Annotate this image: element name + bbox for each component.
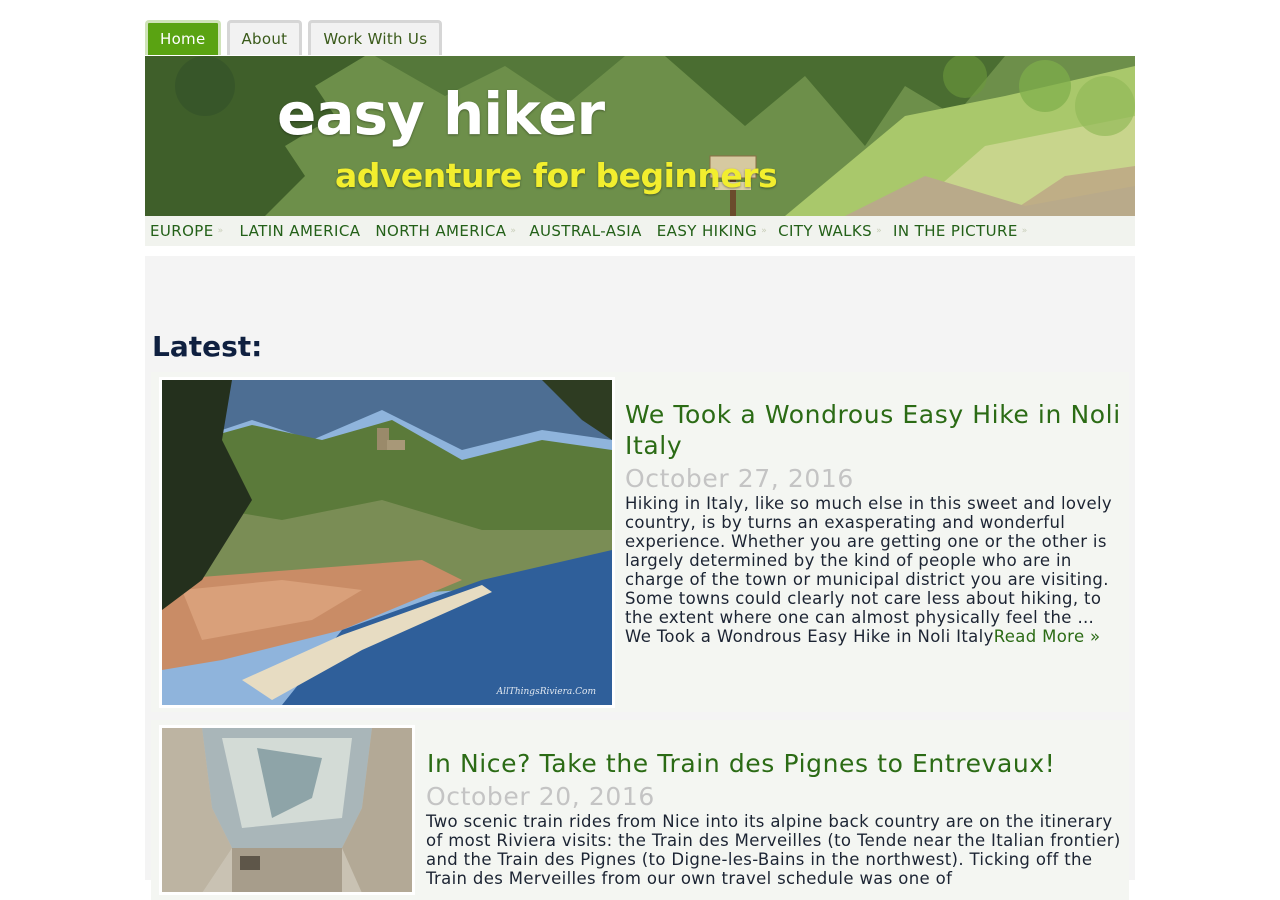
post-card: In Nice? Take the Train des Pignes to En… <box>151 720 1129 900</box>
chevron-down-icon: » <box>217 225 224 236</box>
excerpt-tail: We Took a Wondrous Easy Hike in Noli Ita… <box>625 627 994 646</box>
nav-item-north-america[interactable]: NORTH AMERICA» <box>370 216 521 246</box>
entrevaux-image <box>162 728 412 892</box>
section-heading: Latest: <box>152 330 263 363</box>
excerpt-text: Hiking in Italy, like so much else in th… <box>625 494 1113 627</box>
post-title-link[interactable]: In Nice? Take the Train des Pignes to En… <box>427 748 1127 779</box>
tab-work-with-us[interactable]: Work With Us <box>308 20 443 55</box>
main-nav: EUROPE» LATIN AMERICA NORTH AMERICA» AUS… <box>145 216 1135 246</box>
post-date: October 20, 2016 <box>426 782 655 811</box>
nav-label: IN THE PICTURE <box>893 222 1018 240</box>
site-logo-title: easy hiker <box>277 80 605 148</box>
nav-label: CITY WALKS <box>778 222 873 240</box>
chevron-down-icon: » <box>761 225 768 236</box>
tab-about[interactable]: About <box>226 20 303 55</box>
nav-item-easy-hiking[interactable]: EASY HIKING» <box>652 216 772 246</box>
post-excerpt: Hiking in Italy, like so much else in th… <box>625 494 1125 646</box>
post-thumbnail[interactable]: AllThingsRiviera.Com <box>159 377 615 708</box>
nav-item-austral-asia[interactable]: AUSTRAL-ASIA <box>524 216 646 246</box>
nav-item-city-walks[interactable]: CITY WALKS» <box>773 216 887 246</box>
read-more-link[interactable]: Read More » <box>994 627 1101 646</box>
content-panel: Latest: AllThingsRiviera.Com We Took a W… <box>145 256 1135 900</box>
top-tabs: Home About Work With Us <box>145 20 443 56</box>
nav-item-in-the-picture[interactable]: IN THE PICTURE» <box>888 216 1033 246</box>
post-date: October 27, 2016 <box>625 464 854 493</box>
nav-label: LATIN AMERICA <box>239 222 361 240</box>
nav-item-latin-america[interactable]: LATIN AMERICA <box>235 216 366 246</box>
chevron-down-icon: » <box>876 225 883 236</box>
post-card: AllThingsRiviera.Com We Took a Wondrous … <box>151 372 1129 712</box>
post-thumbnail[interactable] <box>159 725 415 895</box>
site-banner[interactable]: easy hiker adventure for beginners <box>145 56 1135 216</box>
image-watermark: AllThingsRiviera.Com <box>496 687 596 697</box>
site-tagline: adventure for beginners <box>335 156 778 195</box>
nav-label: AUSTRAL-ASIA <box>529 222 642 240</box>
nav-label: EASY HIKING <box>656 222 758 240</box>
nav-label: EUROPE <box>150 222 214 240</box>
post-excerpt: Two scenic train rides from Nice into it… <box>426 812 1121 888</box>
chevron-down-icon: » <box>1021 225 1028 236</box>
tab-home[interactable]: Home <box>145 20 221 55</box>
chevron-down-icon: » <box>510 225 517 236</box>
noli-coast-image <box>162 380 612 705</box>
nav-item-europe[interactable]: EUROPE» <box>145 216 229 246</box>
post-title-link[interactable]: We Took a Wondrous Easy Hike in Noli Ita… <box>625 399 1129 461</box>
nav-label: NORTH AMERICA <box>375 222 507 240</box>
